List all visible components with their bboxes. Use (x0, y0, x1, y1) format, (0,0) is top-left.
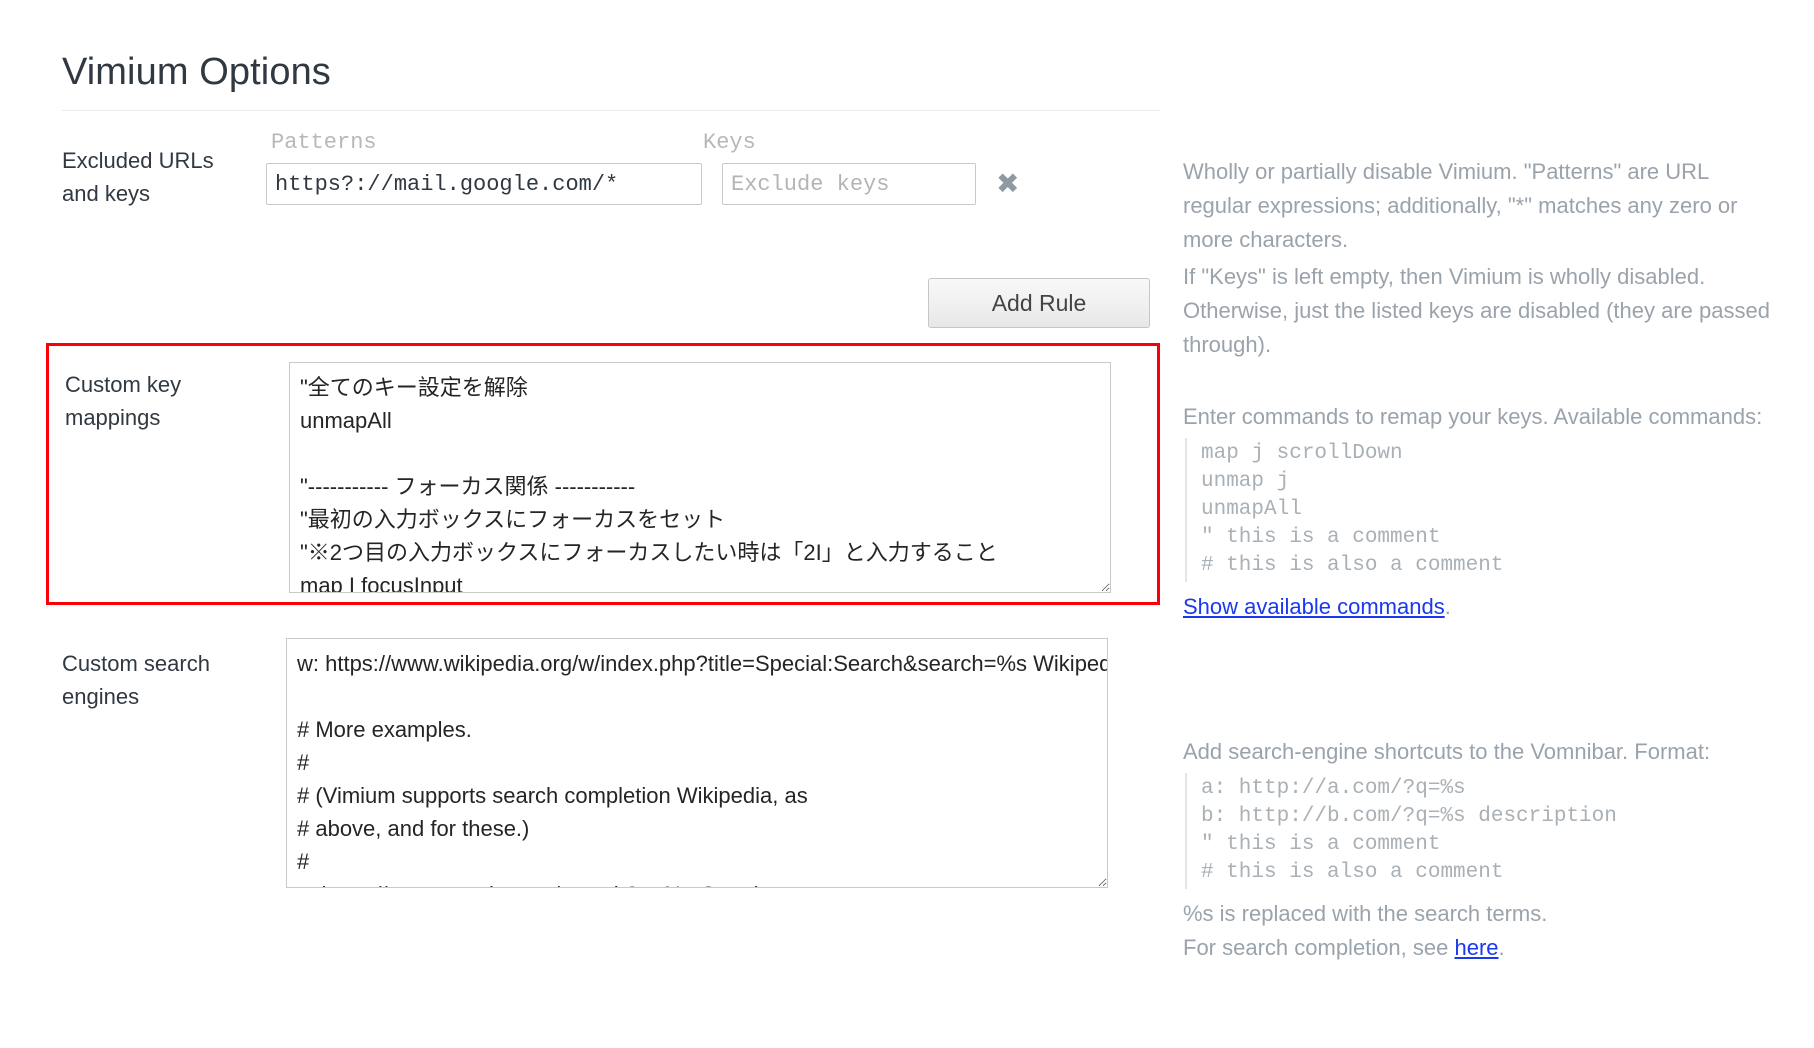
show-available-commands-link[interactable]: Show available commands (1183, 594, 1445, 619)
help-keymappings-link-line: Show available commands. (1183, 590, 1762, 624)
remove-rule-icon[interactable]: ✖ (996, 170, 1019, 198)
excluded-urls-label-line1: Excluded URLs (62, 144, 266, 177)
exclusion-rule-row: ✖ (266, 163, 1019, 205)
exclude-keys-input[interactable] (722, 163, 976, 205)
keys-column-header: Keys (703, 130, 756, 162)
options-page: Vimium Options Excluded URLs and keys Pa… (0, 0, 1814, 1048)
title-divider (62, 110, 1160, 111)
excluded-urls-label-line2: and keys (62, 177, 266, 210)
custom-search-engines-textarea[interactable]: w: https://www.wikipedia.org/w/index.php… (286, 638, 1108, 888)
patterns-column-header: Patterns (271, 130, 377, 162)
help-search-prefix: For search completion, see (1183, 935, 1454, 960)
excluded-urls-label: Excluded URLs and keys (0, 130, 266, 210)
help-key-mappings: Enter commands to remap your keys. Avail… (1183, 400, 1762, 624)
excluded-urls-fields: Patterns Keys ✖ (266, 130, 1160, 210)
custom-search-engines-label-line2: engines (62, 680, 272, 713)
help-keymappings-code: map j scrollDown unmap j unmapAll " this… (1185, 438, 1762, 582)
help-search-paragraph-1: Add search-engine shortcuts to the Vomni… (1183, 735, 1710, 769)
pattern-input[interactable] (266, 163, 702, 205)
page-title: Vimium Options (62, 49, 331, 95)
custom-key-mappings-label: Custom key mappings (65, 368, 275, 434)
show-available-commands-period: . (1445, 594, 1451, 619)
custom-key-mappings-textarea[interactable]: "全てのキー設定を解除 unmapAll "----------- フォーカス関… (289, 362, 1111, 593)
custom-key-mappings-label-line1: Custom key (65, 368, 275, 401)
custom-search-engines-label: Custom search engines (62, 647, 272, 713)
help-search-paragraph-3: For search completion, see here. (1183, 931, 1710, 965)
help-search-paragraph-2: %s is replaced with the search terms. (1183, 897, 1710, 931)
help-search-suffix: . (1499, 935, 1505, 960)
custom-key-mappings-label-line2: mappings (65, 401, 275, 434)
custom-key-mappings-section: Custom key mappings "全てのキー設定を解除 unmapAll… (46, 343, 1160, 605)
search-completion-here-link[interactable]: here (1454, 935, 1498, 960)
help-search-code: a: http://a.com/?q=%s b: http://b.com/?q… (1185, 773, 1710, 889)
excluded-urls-row: Excluded URLs and keys Patterns Keys ✖ (0, 130, 1160, 210)
help-excluded-paragraph-2: If "Keys" is left empty, then Vimium is … (1183, 260, 1773, 362)
help-excluded-urls-2: If "Keys" is left empty, then Vimium is … (1183, 260, 1773, 390)
help-search-engines: Add search-engine shortcuts to the Vomni… (1183, 735, 1710, 965)
add-rule-button[interactable]: Add Rule (928, 278, 1150, 328)
help-keymappings-paragraph: Enter commands to remap your keys. Avail… (1183, 400, 1762, 434)
help-excluded-paragraph-1: Wholly or partially disable Vimium. "Pat… (1183, 155, 1773, 257)
add-rule-container: Add Rule (928, 278, 1150, 328)
custom-search-engines-label-line1: Custom search (62, 647, 272, 680)
